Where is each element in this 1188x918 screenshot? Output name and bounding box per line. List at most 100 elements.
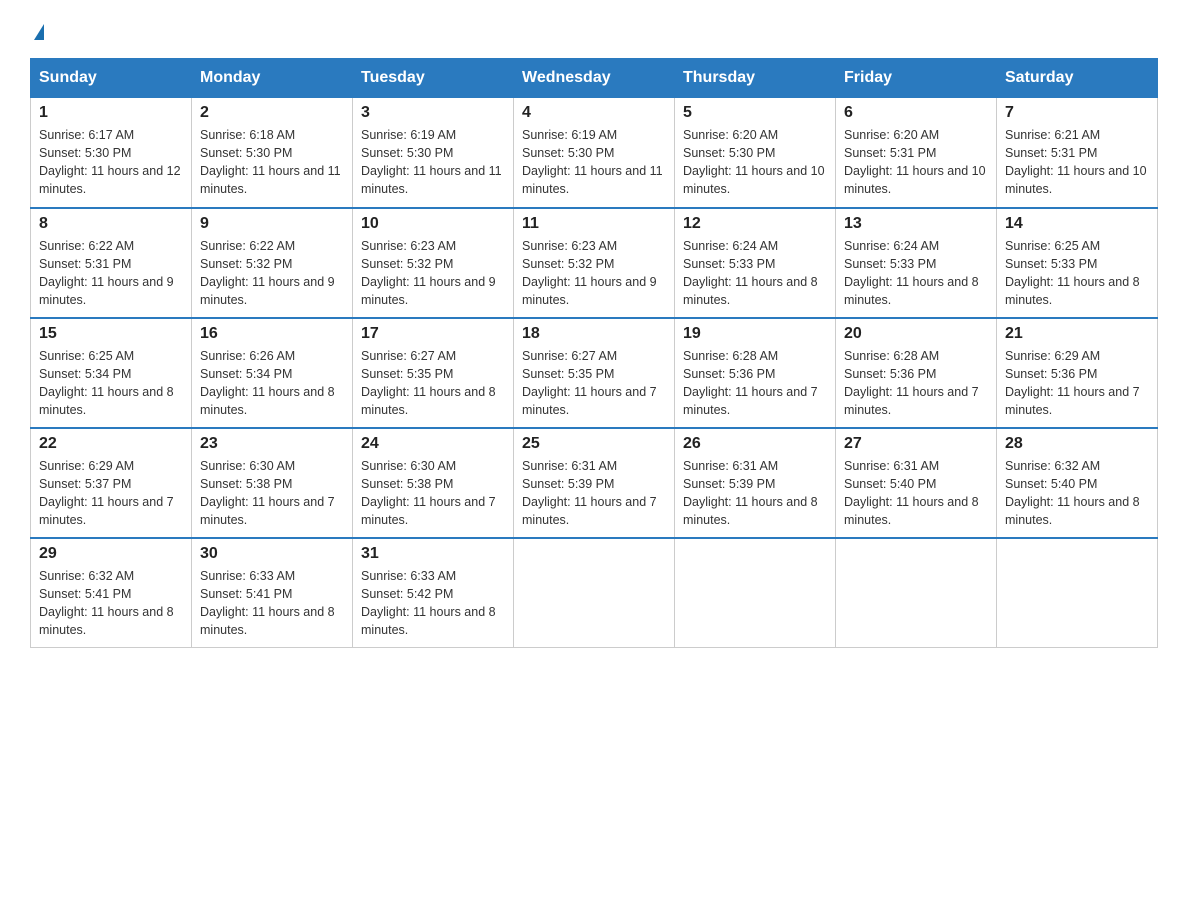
col-header-monday: Monday xyxy=(192,59,353,98)
day-number: 23 xyxy=(200,435,344,453)
calendar-cell: 18 Sunrise: 6:27 AMSunset: 5:35 PMDaylig… xyxy=(514,318,675,428)
calendar-cell: 27 Sunrise: 6:31 AMSunset: 5:40 PMDaylig… xyxy=(836,428,997,538)
calendar-cell: 8 Sunrise: 6:22 AMSunset: 5:31 PMDayligh… xyxy=(31,208,192,318)
day-number: 10 xyxy=(361,215,505,233)
col-header-wednesday: Wednesday xyxy=(514,59,675,98)
calendar-cell: 25 Sunrise: 6:31 AMSunset: 5:39 PMDaylig… xyxy=(514,428,675,538)
day-info: Sunrise: 6:31 AMSunset: 5:40 PMDaylight:… xyxy=(844,459,979,527)
day-info: Sunrise: 6:22 AMSunset: 5:31 PMDaylight:… xyxy=(39,239,174,307)
calendar-week-1: 1 Sunrise: 6:17 AMSunset: 5:30 PMDayligh… xyxy=(31,98,1158,208)
day-info: Sunrise: 6:20 AMSunset: 5:30 PMDaylight:… xyxy=(683,128,825,196)
day-info: Sunrise: 6:29 AMSunset: 5:37 PMDaylight:… xyxy=(39,459,174,527)
day-number: 22 xyxy=(39,435,183,453)
day-info: Sunrise: 6:32 AMSunset: 5:40 PMDaylight:… xyxy=(1005,459,1140,527)
calendar-cell: 17 Sunrise: 6:27 AMSunset: 5:35 PMDaylig… xyxy=(353,318,514,428)
day-info: Sunrise: 6:33 AMSunset: 5:41 PMDaylight:… xyxy=(200,569,335,637)
calendar-cell: 14 Sunrise: 6:25 AMSunset: 5:33 PMDaylig… xyxy=(997,208,1158,318)
calendar-cell: 31 Sunrise: 6:33 AMSunset: 5:42 PMDaylig… xyxy=(353,538,514,648)
calendar-cell: 15 Sunrise: 6:25 AMSunset: 5:34 PMDaylig… xyxy=(31,318,192,428)
calendar-cell: 11 Sunrise: 6:23 AMSunset: 5:32 PMDaylig… xyxy=(514,208,675,318)
day-info: Sunrise: 6:22 AMSunset: 5:32 PMDaylight:… xyxy=(200,239,335,307)
day-number: 1 xyxy=(39,104,183,122)
calendar-cell: 22 Sunrise: 6:29 AMSunset: 5:37 PMDaylig… xyxy=(31,428,192,538)
calendar-cell: 16 Sunrise: 6:26 AMSunset: 5:34 PMDaylig… xyxy=(192,318,353,428)
logo-triangle-icon xyxy=(34,24,44,40)
calendar-cell: 21 Sunrise: 6:29 AMSunset: 5:36 PMDaylig… xyxy=(997,318,1158,428)
calendar-week-3: 15 Sunrise: 6:25 AMSunset: 5:34 PMDaylig… xyxy=(31,318,1158,428)
calendar-cell: 26 Sunrise: 6:31 AMSunset: 5:39 PMDaylig… xyxy=(675,428,836,538)
day-info: Sunrise: 6:28 AMSunset: 5:36 PMDaylight:… xyxy=(683,349,818,417)
day-info: Sunrise: 6:33 AMSunset: 5:42 PMDaylight:… xyxy=(361,569,496,637)
calendar-week-5: 29 Sunrise: 6:32 AMSunset: 5:41 PMDaylig… xyxy=(31,538,1158,648)
day-number: 29 xyxy=(39,545,183,563)
calendar-week-4: 22 Sunrise: 6:29 AMSunset: 5:37 PMDaylig… xyxy=(31,428,1158,538)
calendar-cell: 12 Sunrise: 6:24 AMSunset: 5:33 PMDaylig… xyxy=(675,208,836,318)
calendar-cell xyxy=(675,538,836,648)
day-info: Sunrise: 6:19 AMSunset: 5:30 PMDaylight:… xyxy=(361,128,502,196)
col-header-friday: Friday xyxy=(836,59,997,98)
day-number: 21 xyxy=(1005,325,1149,343)
day-info: Sunrise: 6:24 AMSunset: 5:33 PMDaylight:… xyxy=(683,239,818,307)
day-info: Sunrise: 6:17 AMSunset: 5:30 PMDaylight:… xyxy=(39,128,181,196)
day-number: 7 xyxy=(1005,104,1149,122)
day-number: 27 xyxy=(844,435,988,453)
calendar-cell: 23 Sunrise: 6:30 AMSunset: 5:38 PMDaylig… xyxy=(192,428,353,538)
calendar-cell: 9 Sunrise: 6:22 AMSunset: 5:32 PMDayligh… xyxy=(192,208,353,318)
calendar-cell: 3 Sunrise: 6:19 AMSunset: 5:30 PMDayligh… xyxy=(353,98,514,208)
day-info: Sunrise: 6:30 AMSunset: 5:38 PMDaylight:… xyxy=(200,459,335,527)
day-info: Sunrise: 6:19 AMSunset: 5:30 PMDaylight:… xyxy=(522,128,663,196)
calendar-cell: 2 Sunrise: 6:18 AMSunset: 5:30 PMDayligh… xyxy=(192,98,353,208)
day-number: 11 xyxy=(522,215,666,233)
day-info: Sunrise: 6:25 AMSunset: 5:33 PMDaylight:… xyxy=(1005,239,1140,307)
day-number: 20 xyxy=(844,325,988,343)
day-info: Sunrise: 6:28 AMSunset: 5:36 PMDaylight:… xyxy=(844,349,979,417)
calendar-cell: 5 Sunrise: 6:20 AMSunset: 5:30 PMDayligh… xyxy=(675,98,836,208)
day-info: Sunrise: 6:32 AMSunset: 5:41 PMDaylight:… xyxy=(39,569,174,637)
day-info: Sunrise: 6:31 AMSunset: 5:39 PMDaylight:… xyxy=(522,459,657,527)
calendar-cell: 20 Sunrise: 6:28 AMSunset: 5:36 PMDaylig… xyxy=(836,318,997,428)
day-info: Sunrise: 6:30 AMSunset: 5:38 PMDaylight:… xyxy=(361,459,496,527)
day-number: 30 xyxy=(200,545,344,563)
calendar-table: SundayMondayTuesdayWednesdayThursdayFrid… xyxy=(30,58,1158,648)
day-number: 9 xyxy=(200,215,344,233)
calendar-cell: 13 Sunrise: 6:24 AMSunset: 5:33 PMDaylig… xyxy=(836,208,997,318)
day-number: 18 xyxy=(522,325,666,343)
day-number: 24 xyxy=(361,435,505,453)
calendar-cell: 4 Sunrise: 6:19 AMSunset: 5:30 PMDayligh… xyxy=(514,98,675,208)
calendar-cell: 7 Sunrise: 6:21 AMSunset: 5:31 PMDayligh… xyxy=(997,98,1158,208)
day-number: 6 xyxy=(844,104,988,122)
page-header xyxy=(30,20,1158,40)
calendar-header-row: SundayMondayTuesdayWednesdayThursdayFrid… xyxy=(31,59,1158,98)
day-info: Sunrise: 6:27 AMSunset: 5:35 PMDaylight:… xyxy=(361,349,496,417)
calendar-cell: 28 Sunrise: 6:32 AMSunset: 5:40 PMDaylig… xyxy=(997,428,1158,538)
calendar-cell: 1 Sunrise: 6:17 AMSunset: 5:30 PMDayligh… xyxy=(31,98,192,208)
col-header-sunday: Sunday xyxy=(31,59,192,98)
day-info: Sunrise: 6:31 AMSunset: 5:39 PMDaylight:… xyxy=(683,459,818,527)
day-number: 16 xyxy=(200,325,344,343)
day-number: 15 xyxy=(39,325,183,343)
day-number: 19 xyxy=(683,325,827,343)
calendar-cell: 24 Sunrise: 6:30 AMSunset: 5:38 PMDaylig… xyxy=(353,428,514,538)
day-info: Sunrise: 6:26 AMSunset: 5:34 PMDaylight:… xyxy=(200,349,335,417)
day-info: Sunrise: 6:24 AMSunset: 5:33 PMDaylight:… xyxy=(844,239,979,307)
day-info: Sunrise: 6:23 AMSunset: 5:32 PMDaylight:… xyxy=(522,239,657,307)
day-info: Sunrise: 6:20 AMSunset: 5:31 PMDaylight:… xyxy=(844,128,986,196)
calendar-cell xyxy=(997,538,1158,648)
day-info: Sunrise: 6:18 AMSunset: 5:30 PMDaylight:… xyxy=(200,128,341,196)
day-info: Sunrise: 6:21 AMSunset: 5:31 PMDaylight:… xyxy=(1005,128,1147,196)
day-info: Sunrise: 6:23 AMSunset: 5:32 PMDaylight:… xyxy=(361,239,496,307)
day-number: 28 xyxy=(1005,435,1149,453)
calendar-cell: 30 Sunrise: 6:33 AMSunset: 5:41 PMDaylig… xyxy=(192,538,353,648)
day-number: 8 xyxy=(39,215,183,233)
day-info: Sunrise: 6:25 AMSunset: 5:34 PMDaylight:… xyxy=(39,349,174,417)
day-info: Sunrise: 6:29 AMSunset: 5:36 PMDaylight:… xyxy=(1005,349,1140,417)
logo xyxy=(30,20,44,40)
calendar-cell xyxy=(836,538,997,648)
day-info: Sunrise: 6:27 AMSunset: 5:35 PMDaylight:… xyxy=(522,349,657,417)
day-number: 31 xyxy=(361,545,505,563)
day-number: 25 xyxy=(522,435,666,453)
col-header-tuesday: Tuesday xyxy=(353,59,514,98)
calendar-week-2: 8 Sunrise: 6:22 AMSunset: 5:31 PMDayligh… xyxy=(31,208,1158,318)
day-number: 4 xyxy=(522,104,666,122)
col-header-saturday: Saturday xyxy=(997,59,1158,98)
